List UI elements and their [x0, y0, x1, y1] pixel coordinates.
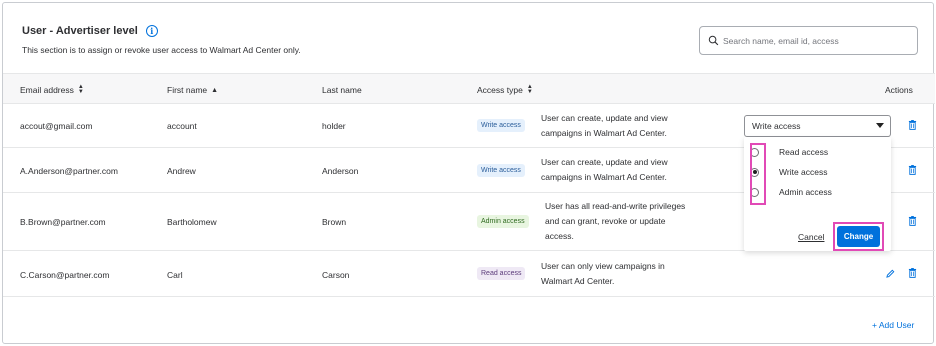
description-line: User can only view campaigns in — [541, 261, 665, 271]
table-row: C.Carson@partner.com Carl Carson Read ac… — [3, 251, 935, 297]
trash-icon[interactable] — [908, 165, 917, 175]
option-label: Write access — [779, 167, 828, 177]
email-cell: A.Anderson@partner.com — [20, 166, 118, 176]
trash-icon[interactable] — [908, 216, 917, 226]
last-name-cell: Anderson — [322, 166, 359, 176]
option-label: Read access — [779, 147, 829, 157]
description-line: User can create, update and view — [541, 157, 668, 167]
email-cell: accout@gmail.com — [20, 121, 93, 131]
cancel-link[interactable]: Cancel — [798, 232, 824, 242]
column-email[interactable]: Email address ▲ ▼ — [20, 84, 84, 95]
access-badge: Write access — [477, 119, 525, 132]
change-button[interactable]: Change — [837, 226, 880, 247]
access-type-select[interactable]: Write access — [744, 115, 891, 137]
access-badge: Admin access — [477, 215, 529, 228]
description-line: and can grant, revoke or update — [545, 216, 666, 226]
sort-ascending-icon[interactable]: ▲ — [211, 87, 218, 94]
section-title-text: User - Advertiser level — [22, 25, 138, 37]
section-title: User - Advertiser level i — [22, 25, 158, 37]
search-box[interactable] — [699, 26, 918, 55]
column-last-name-label: Last name — [322, 85, 362, 95]
column-access-type-label: Access type — [477, 85, 523, 95]
last-name-cell: holder — [322, 121, 346, 131]
user-access-panel: User - Advertiser level i This section i… — [2, 2, 935, 344]
access-description: User can create, update and view campaig… — [541, 111, 668, 141]
description-line: campaigns in Walmart Ad Center. — [541, 172, 667, 182]
last-name-cell: Carson — [322, 270, 350, 280]
email-cell: B.Brown@partner.com — [20, 217, 106, 227]
add-user-link[interactable]: + Add User — [872, 320, 914, 330]
caret-down-icon — [876, 123, 884, 128]
info-icon[interactable]: i — [145, 25, 158, 37]
option-label: Admin access — [779, 187, 832, 197]
column-access-type[interactable]: Access type ▲ ▼ — [477, 84, 533, 95]
access-badge: Read access — [477, 267, 526, 280]
email-cell: C.Carson@partner.com — [20, 270, 110, 280]
first-name-cell: Carl — [167, 270, 183, 280]
radio-highlight-box — [750, 143, 766, 205]
description-line: Walmart Ad Center. — [541, 276, 615, 286]
access-description: User has all read-and-write privileges a… — [545, 199, 685, 244]
first-name-cell: Bartholomew — [167, 217, 217, 227]
pencil-icon[interactable] — [886, 269, 895, 278]
column-email-label: Email address — [20, 85, 74, 95]
last-name-cell: Brown — [322, 217, 347, 227]
first-name-cell: account — [167, 121, 197, 131]
column-first-name[interactable]: First name ▲ — [167, 85, 218, 95]
section-subtitle: This section is to assign or revoke user… — [22, 45, 301, 55]
access-description: User can only view campaigns in Walmart … — [541, 259, 665, 289]
column-first-name-label: First name — [167, 85, 208, 95]
description-line: User can create, update and view — [541, 113, 668, 123]
description-line: campaigns in Walmart Ad Center. — [541, 128, 667, 138]
column-actions-label: Actions — [885, 85, 913, 95]
trash-icon[interactable] — [908, 120, 917, 130]
sort-both-icon[interactable]: ▲ ▼ — [527, 84, 533, 95]
description-line: access. — [545, 231, 574, 241]
access-badge: Write access — [477, 164, 525, 177]
search-input[interactable] — [723, 35, 913, 46]
column-actions: Actions — [885, 85, 913, 95]
access-description: User can create, update and view campaig… — [541, 155, 668, 185]
table-header: Email address ▲ ▼ First name ▲ Last name … — [3, 73, 935, 104]
select-value: Write access — [752, 121, 801, 131]
search-icon — [708, 35, 719, 46]
description-line: User has all read-and-write privileges — [545, 201, 686, 211]
sort-both-icon[interactable]: ▲ ▼ — [78, 84, 84, 95]
trash-icon[interactable] — [908, 268, 917, 278]
first-name-cell: Andrew — [167, 166, 196, 176]
column-last-name: Last name — [322, 85, 362, 95]
